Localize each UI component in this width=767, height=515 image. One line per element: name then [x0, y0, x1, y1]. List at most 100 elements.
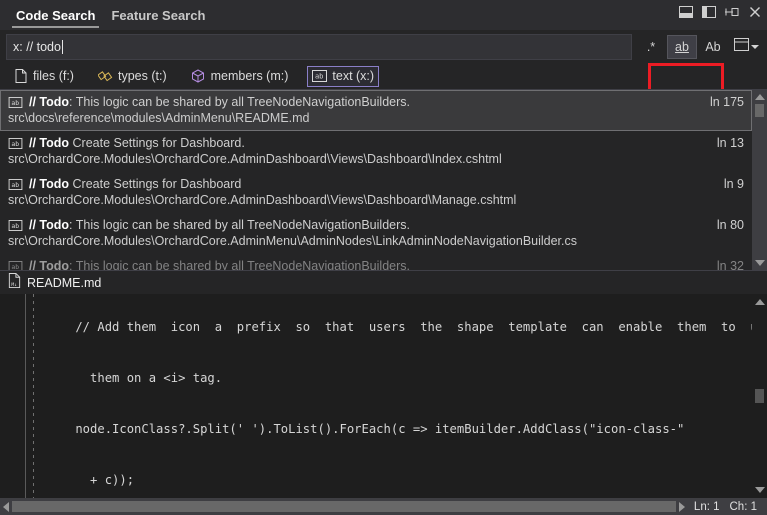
preview-vertical-scrollbar[interactable] [752, 294, 767, 498]
result-line-number: ln 9 [723, 177, 744, 191]
text-match-icon: ab [8, 261, 23, 270]
scroll-up-icon[interactable] [754, 94, 765, 100]
scroll-left-icon[interactable] [3, 501, 9, 512]
members-icon [191, 69, 206, 84]
result-snippet: : This logic can be shared by all TreeNo… [69, 259, 410, 270]
text-icon: ab [312, 69, 328, 84]
search-input-value: x: // todo [13, 39, 61, 54]
scroll-right-icon[interactable] [678, 501, 685, 512]
code-line: // Add them icon a prefix so that users … [46, 320, 752, 334]
result-title-line: ab // Todo Create Settings for Dashboard… [8, 136, 744, 150]
dock-pin-icon[interactable] [724, 4, 740, 20]
result-title: // Todo: This logic can be shared by all… [29, 95, 700, 109]
tab-feature-search-label: Feature Search [111, 7, 206, 23]
filter-text[interactable]: ab text (x:) [307, 65, 380, 87]
svg-text:M↓: M↓ [11, 282, 17, 288]
window-controls [678, 4, 763, 20]
search-options: .* ab Ab [636, 34, 728, 59]
code-preview: // Add them icon a prefix so that users … [0, 294, 767, 498]
results-scrollbar[interactable] [752, 90, 767, 270]
result-snippet: : This logic can be shared by all TreeNo… [69, 218, 410, 232]
result-title-line: ab // Todo Create Settings for Dashboard… [8, 177, 744, 191]
result-line-number: ln 32 [716, 259, 744, 270]
table-row[interactable]: ab // Todo: This logic can be shared by … [0, 254, 752, 270]
code-text: // Add them icon a prefix so that users … [0, 294, 752, 498]
result-keyword: // Todo [29, 218, 70, 232]
use-regex-button[interactable]: .* [636, 35, 666, 59]
search-input[interactable]: x: // todo [6, 33, 632, 60]
search-results: ab // Todo: This logic can be shared by … [0, 89, 767, 270]
titlebar: Code Search Feature Search [0, 0, 767, 30]
result-title-line: ab // Todo: This logic can be shared by … [8, 259, 744, 270]
filter-types[interactable]: types (t:) [93, 66, 172, 87]
tab-code-search-label: Code Search [16, 7, 96, 23]
preview-scroll-up-icon[interactable] [754, 299, 765, 305]
text-match-icon: ab [8, 179, 23, 191]
code-line: node.IconClass?.Split(' ').ToList().ForE… [46, 422, 685, 436]
result-title: // Todo Create Settings for Dashboard. [29, 136, 707, 150]
status-column: Ch: 1 [729, 500, 758, 513]
text-match-icon: ab [8, 220, 23, 232]
search-settings-dropdown[interactable] [730, 36, 761, 58]
result-snippet: Create Settings for Dashboard. [69, 136, 245, 150]
status-line: Ln: 1 [693, 500, 720, 513]
svg-text:ab: ab [315, 73, 323, 81]
filter-members[interactable]: members (m:) [186, 66, 294, 87]
table-row[interactable]: ab // Todo Create Settings for Dashboard… [0, 131, 752, 172]
results-scroll-thumb[interactable] [755, 104, 764, 117]
use-regex-label: .* [646, 39, 656, 54]
preview-header: M↓ README.md [0, 270, 767, 294]
match-whole-word-button[interactable]: ab [667, 34, 697, 59]
match-case-label: Ab [705, 39, 721, 54]
preview-filename: README.md [27, 275, 102, 290]
file-icon [13, 69, 28, 84]
text-caret [61, 39, 63, 54]
tab-code-search[interactable]: Code Search [8, 0, 103, 30]
result-snippet: : This logic can be shared by all TreeNo… [69, 95, 410, 109]
result-keyword: // Todo [29, 136, 70, 150]
split-horizontal-icon[interactable] [678, 4, 694, 20]
preview-scroll-thumb[interactable] [755, 389, 764, 403]
result-title: // Todo: This logic can be shared by all… [29, 218, 707, 232]
types-icon [97, 69, 113, 84]
result-title: // Todo Create Settings for Dashboard [29, 177, 714, 191]
table-row[interactable]: ab // Todo: This logic can be shared by … [0, 213, 752, 254]
result-path: src\OrchardCore.Modules\OrchardCore.Admi… [8, 152, 502, 166]
split-vertical-icon[interactable] [701, 4, 717, 20]
horizontal-scroll-thumb[interactable] [12, 501, 676, 512]
svg-text:ab: ab [11, 140, 19, 148]
result-path: src\OrchardCore.Modules\OrchardCore.Admi… [8, 234, 578, 248]
svg-text:ab: ab [11, 263, 19, 270]
filter-members-label: members (m:) [210, 69, 289, 83]
close-icon[interactable] [747, 4, 763, 20]
tab-feature-search[interactable]: Feature Search [103, 0, 213, 30]
filter-bar: files (f:) types (t:) members (m:) ab te… [0, 63, 767, 89]
code-line: them on a <i> tag. [46, 371, 223, 385]
table-row[interactable]: ab // Todo: This logic can be shared by … [0, 90, 752, 131]
search-row: x: // todo .* ab Ab [0, 30, 767, 95]
code-search-window: Code Search Feature Search x: // todo .*… [0, 0, 767, 515]
scroll-down-icon[interactable] [754, 260, 765, 266]
table-row[interactable]: ab // Todo Create Settings for Dashboard… [0, 172, 752, 213]
preview-scroll-down-icon[interactable] [754, 487, 765, 493]
text-match-icon: ab [8, 97, 23, 109]
result-keyword: // Todo [29, 95, 70, 109]
filter-text-label: text (x:) [332, 69, 375, 83]
code-viewport[interactable]: // Add them icon a prefix so that users … [0, 294, 752, 498]
result-line-number: ln 13 [716, 136, 744, 150]
status-bar: Ln: 1 Ch: 1 [687, 498, 767, 515]
filter-files-label: files (f:) [33, 69, 74, 83]
match-case-button[interactable]: Ab [698, 35, 728, 59]
filter-files[interactable]: files (f:) [8, 66, 79, 87]
result-keyword: // Todo [29, 259, 70, 270]
svg-text:ab: ab [11, 222, 19, 230]
result-title: // Todo: This logic can be shared by all… [29, 259, 707, 270]
result-keyword: // Todo [29, 177, 70, 191]
result-title-line: ab // Todo: This logic can be shared by … [8, 218, 744, 232]
result-line-number: ln 80 [716, 218, 744, 232]
preview-horizontal-scrollbar[interactable]: Ln: 1 Ch: 1 [0, 498, 767, 515]
markdown-file-icon: M↓ [8, 272, 21, 293]
result-path: src\OrchardCore.Modules\OrchardCore.Admi… [8, 193, 517, 207]
result-line-number: ln 175 [709, 95, 744, 109]
match-whole-word-label: ab [675, 39, 689, 54]
